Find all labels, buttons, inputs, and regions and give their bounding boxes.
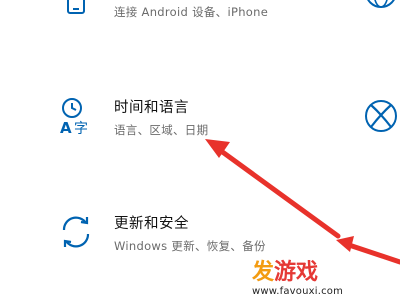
settings-tile-update-security[interactable]: 更新和安全 Windows 更新、恢复、备份 [56, 212, 266, 254]
tile-subtitle: 语言、区域、日期 [114, 123, 209, 137]
watermark-logo: 发游戏 [252, 254, 343, 286]
svg-text:A: A [60, 119, 72, 136]
tile-title: 更新和安全 [114, 216, 189, 232]
red-arrow-secondary [336, 236, 400, 265]
time-language-icon: A 字 [56, 96, 96, 136]
tile-subtitle: Windows 更新、恢复、备份 [114, 239, 266, 253]
xbox-icon[interactable] [362, 96, 400, 140]
watermark-url: www.favouxi.com [252, 286, 344, 297]
watermark: 发游戏 www.favouxi.com [252, 254, 343, 297]
update-sync-icon [56, 212, 96, 252]
settings-tile-phone[interactable]: 连接 Android 设备、iPhone [56, 0, 268, 34]
settings-tile-time-language[interactable]: A 字 时间和语言 语言、区域、日期 [56, 96, 208, 138]
tile-title: 时间和语言 [114, 100, 189, 116]
phone-icon [56, 0, 96, 34]
svg-text:字: 字 [74, 121, 88, 136]
globe-icon[interactable] [362, 0, 400, 22]
watermark-logo-text: 游戏 [274, 260, 319, 285]
watermark-logo-char: 发 [252, 260, 275, 285]
tile-subtitle: 连接 Android 设备、iPhone [114, 5, 269, 19]
